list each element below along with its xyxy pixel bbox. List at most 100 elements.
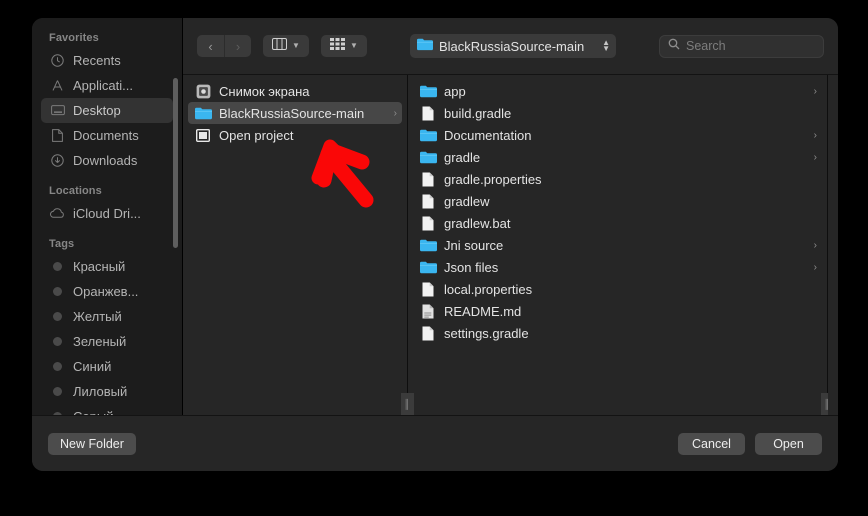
sidebar-item-label: Серый [73,409,113,415]
chevron-right-icon: › [813,129,817,141]
file-row[interactable]: build.gradle [413,102,822,124]
chevron-right-icon: › [813,261,817,273]
chevron-right-icon: › [813,151,817,163]
file-icon [419,215,437,231]
file-row-label: Jni source [444,237,504,253]
column-view-icon [272,37,288,55]
dialog-footer: New Folder Cancel Open [32,415,838,471]
file-icon [419,105,437,121]
sidebar-item-label: Desktop [73,103,121,118]
file-row-label: settings.gradle [444,325,529,341]
file-row[interactable]: app › [413,80,822,102]
file-row[interactable]: Documentation › [413,124,822,146]
sidebar-item-4[interactable]: Зеленый [41,329,173,354]
sidebar-item-4[interactable]: Documents [41,123,173,148]
file-row[interactable]: Jni source › [413,234,822,256]
file-row-label: Open project [219,127,294,143]
right-pane: ‹ › ▼ ▼ BlackRussiaSource-main ▲ ▼ Searc… [182,18,838,415]
tag-dot-icon [49,359,66,374]
file-icon [419,325,437,341]
chevron-right-icon: › [393,107,397,119]
sidebar-item-3[interactable]: Desktop [41,98,173,123]
sidebar-section-header: Favorites [49,32,99,44]
sidebar-section-spacer [32,173,182,185]
new-folder-button[interactable]: New Folder [48,432,136,455]
file-row-label: gradlew.bat [444,215,511,231]
sidebar-item-1[interactable]: Recents [41,48,173,73]
app-icon [194,127,212,143]
folder-icon [419,237,437,253]
file-row[interactable]: Снимок экрана [188,80,402,102]
sidebar-item-1[interactable]: iCloud Dri... [41,201,173,226]
chevron-right-icon: › [235,38,241,54]
file-row[interactable]: local.properties [413,278,822,300]
chevron-right-icon: › [813,239,817,251]
sidebar-item-label: iCloud Dri... [73,206,141,221]
cancel-button[interactable]: Cancel [678,432,745,455]
file-row-label: Json files [444,259,499,275]
file-row-label: BlackRussiaSource-main [219,105,365,121]
file-row[interactable]: gradlew [413,190,822,212]
sidebar-section-header: Tags [49,238,75,250]
cloud-icon [49,206,66,221]
tag-dot-icon [49,409,66,415]
sidebar-item-2[interactable]: Оранжев... [41,279,173,304]
grid-view-icon [330,37,346,55]
sidebar-item-label: Оранжев... [73,284,139,299]
file-row[interactable]: README.md [413,300,822,322]
file-row[interactable]: BlackRussiaSource-main › [188,102,402,124]
chevron-down-icon: ▼ [292,41,300,50]
sidebar-item-3[interactable]: Желтый [41,304,173,329]
sidebar-item-label: Лиловый [73,384,128,399]
folder-icon [419,83,437,99]
sidebar-item-5[interactable]: Синий [41,354,173,379]
open-file-dialog: Favorites Recents Applicati... Desktop Docum… [32,18,838,471]
file-icon [419,171,437,187]
sidebar-section-header: Locations [49,185,102,197]
sidebar-item-label: Documents [73,128,139,143]
tag-dot-icon [49,309,66,324]
chevron-down-icon: ▼ [350,41,358,50]
navigation-buttons: ‹ › [197,35,251,57]
group-by-button[interactable]: ▼ [321,35,367,57]
path-popup-button[interactable]: BlackRussiaSource-main ▲ ▼ [410,34,616,58]
file-row-label: local.properties [444,281,533,297]
sidebar: Favorites Recents Applicati... Desktop Docum… [32,18,182,415]
file-row-label: Documentation [444,127,532,143]
forward-button[interactable]: › [224,35,251,57]
clock-icon [49,53,66,68]
sidebar-item-7[interactable]: Серый [41,404,173,415]
column-browser: Снимок экрана BlackRussiaSource-main › Open… [183,74,838,415]
sidebar-item-label: Синий [73,359,112,374]
tag-dot-icon [49,284,66,299]
back-button[interactable]: ‹ [197,35,224,57]
dialog-body: Favorites Recents Applicati... Desktop Docum… [32,18,838,415]
view-mode-button[interactable]: ▼ [263,35,309,57]
sidebar-scrollbar[interactable] [173,78,178,248]
file-row-label: build.gradle [444,105,512,121]
file-row[interactable]: gradle › [413,146,822,168]
chevron-right-icon: › [813,85,817,97]
folder-icon [419,149,437,165]
file-row-label: gradle.properties [444,171,542,187]
file-row[interactable]: Open project [188,124,402,146]
stepper-chevrons-icon: ▲ ▼ [602,38,610,53]
sidebar-item-2[interactable]: Applicati... [41,73,173,98]
tag-dot-icon [49,384,66,399]
path-popup-label: BlackRussiaSource-main [439,38,585,54]
search-input[interactable]: Search [659,34,824,58]
file-icon [419,193,437,209]
open-button[interactable]: Open [755,432,822,455]
file-icon [419,281,437,297]
apps-icon [49,78,66,93]
sidebar-item-6[interactable]: Лиловый [41,379,173,404]
file-row[interactable]: settings.gradle [413,322,822,344]
file-row[interactable]: gradlew.bat [413,212,822,234]
file-row-label: README.md [444,303,522,319]
folder-icon [194,105,212,121]
sidebar-item-5[interactable]: Downloads [41,148,173,173]
tag-dot-icon [49,334,66,349]
file-row[interactable]: gradle.properties [413,168,822,190]
sidebar-item-1[interactable]: Красный [41,254,173,279]
file-row[interactable]: Json files › [413,256,822,278]
